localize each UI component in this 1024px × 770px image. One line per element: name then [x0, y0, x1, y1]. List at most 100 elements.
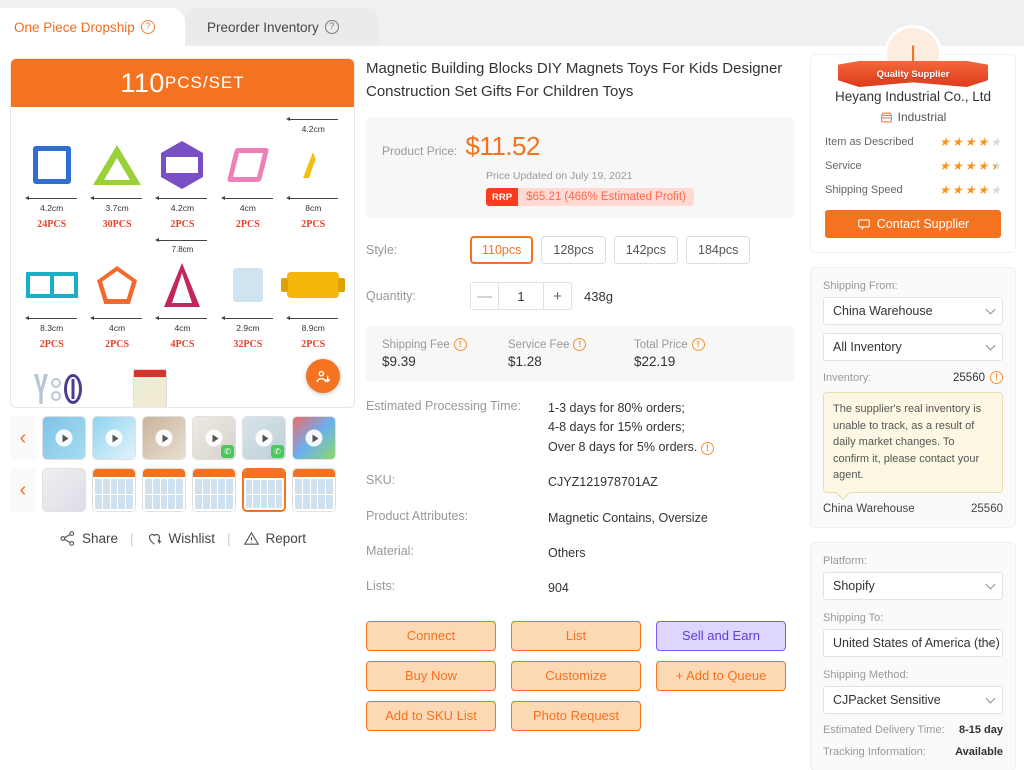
customize-button[interactable]: Customize [511, 660, 641, 691]
shipping-from-select[interactable]: China Warehouse [823, 297, 1003, 325]
double-rectangle-shape-icon [21, 254, 83, 316]
platform-select[interactable]: Shopify [823, 571, 1003, 600]
shipping-from-value: China Warehouse [833, 304, 933, 318]
shape-row-3: 8PCS/SET 1PCS [19, 358, 346, 407]
shape-dimension: 8.9cm [282, 316, 344, 333]
help-icon[interactable]: ? [140, 20, 155, 34]
connect-button[interactable]: Connect [366, 620, 496, 651]
info-icon[interactable]: ! [453, 338, 467, 351]
chevron-left-icon[interactable]: ‹ [10, 416, 36, 460]
style-label: Style: [366, 243, 398, 257]
quantity-input[interactable] [499, 283, 543, 309]
style-option-184pcs[interactable]: 184pcs [686, 236, 751, 264]
quantity-stepper[interactable]: — + [470, 282, 572, 310]
square-plate-shape-icon [217, 254, 279, 316]
image-thumbnail[interactable] [42, 468, 86, 512]
share-button[interactable]: Share [59, 530, 118, 547]
video-thumbnail[interactable] [42, 416, 86, 460]
video-thumbnail[interactable] [292, 416, 336, 460]
star-icon: ★ [990, 183, 1001, 197]
spec-processing-time: Estimated Processing Time: 1-3 days for … [366, 399, 794, 457]
sell-and-earn-button[interactable]: Sell and Earn [656, 620, 786, 651]
quantity-decrease-button[interactable]: — [471, 283, 499, 309]
play-icon [55, 429, 73, 447]
delivery-time-row: Estimated Delivery Time: 8-15 day [823, 724, 1003, 736]
info-icon[interactable]: ! [691, 338, 705, 351]
thumbnail-strip-videos: ‹ ✆ ✆ [10, 416, 355, 460]
tab-one-piece-dropship[interactable]: One Piece Dropship ? [0, 8, 185, 46]
wheel-base-shape-icon [281, 254, 346, 316]
star-icon: ★ [964, 159, 976, 173]
shipping-panel: Shipping From: China Warehouse All Inven… [810, 267, 1016, 528]
image-thumbnail[interactable] [192, 468, 236, 512]
spec-value: Magnetic Contains, Oversize [548, 510, 708, 525]
star-icon: ★ [939, 183, 950, 197]
wishlist-button[interactable]: Wishlist [146, 530, 215, 547]
rating-service: Service ★ ★ ★ ★ ★ [825, 160, 1001, 172]
play-icon [205, 429, 223, 447]
product-weight: 438g [584, 288, 613, 304]
shape-dimension: 2.9cm [217, 316, 279, 333]
report-button[interactable]: Report [243, 530, 307, 547]
star-icon: ★ [939, 159, 950, 173]
shipping-to-value: United States of America (the) [833, 635, 1000, 650]
count-unit: PCS [44, 339, 64, 350]
add-to-queue-button[interactable]: + Add to Queue [656, 660, 786, 691]
inventory-value-group: 25560 ! [953, 371, 1003, 384]
video-thumbnail[interactable]: ✆ [192, 416, 236, 460]
style-option-110pcs[interactable]: 110pcs [470, 236, 534, 264]
shipping-method-select[interactable]: CJPacket Sensitive [823, 685, 1003, 714]
shape-count: 24PCS [21, 215, 83, 232]
service-fee-label: Service Fee [508, 338, 570, 351]
star-icon: ★ [951, 159, 963, 173]
image-thumbnail[interactable] [92, 468, 136, 512]
quantity-label: Quantity: [366, 289, 417, 303]
style-option-142pcs[interactable]: 142pcs [613, 236, 679, 264]
service-fee-block: Service Fee ! $1.28 [508, 338, 634, 369]
shipping-fee-value: $9.39 [382, 354, 416, 369]
add-to-sku-list-button[interactable]: Add to SKU List [366, 700, 496, 731]
add-image-icon[interactable] [306, 359, 340, 393]
fee-label-row: Service Fee ! [508, 338, 634, 351]
delivery-time-value: 8-15 day [958, 723, 1003, 736]
image-thumbnail-selected[interactable] [242, 468, 286, 512]
warehouse-name: China Warehouse [823, 502, 915, 515]
style-option-128pcs[interactable]: 128pcs [541, 236, 606, 264]
shipping-fee-label: Shipping Fee [382, 338, 450, 351]
hexagon-shape-icon [151, 134, 213, 196]
help-icon[interactable]: ? [324, 20, 339, 34]
info-icon[interactable]: ! [573, 338, 587, 351]
star-icon: ★ [977, 159, 989, 173]
list-button[interactable]: List [511, 620, 641, 651]
info-icon[interactable]: ! [990, 371, 1003, 384]
shape-count: 4PCS [151, 335, 213, 352]
quantity-increase-button[interactable]: + [543, 283, 571, 309]
inventory-filter-select[interactable]: All Inventory [823, 333, 1003, 361]
spec-value: 904 [548, 581, 569, 596]
shape-dimension: 4.2cm [151, 196, 213, 213]
spec-value: 1-3 days for 80% orders; 4-8 days for 15… [548, 399, 714, 457]
photo-request-button[interactable]: Photo Request [511, 700, 641, 731]
tab-preorder-inventory[interactable]: Preorder Inventory ? [185, 8, 379, 46]
triangle-shape-icon [86, 134, 148, 196]
shipping-to-select[interactable]: United States of America (the) [823, 628, 1003, 657]
video-thumbnail[interactable]: ✆ [242, 416, 286, 460]
spec-label: Product Attributes: [366, 508, 469, 523]
info-icon[interactable]: ! [700, 441, 714, 455]
report-label: Report [265, 531, 307, 546]
shape-dimension: 4cm [151, 316, 213, 333]
chevron-left-icon[interactable]: ‹ [10, 468, 36, 512]
star-rating: ★ ★ ★ ★ ★ [939, 136, 1001, 148]
quantity-row: Quantity: — + 438g [366, 282, 794, 310]
video-thumbnail[interactable] [142, 416, 186, 460]
image-thumbnail[interactable] [292, 468, 336, 512]
sidebar-column: I Quality Supplier Heyang Industrial Co.… [810, 22, 1016, 770]
buy-now-button[interactable]: Buy Now [366, 660, 496, 691]
main-product-image[interactable]: 110 PCS/SET 4.2cm 24PCS 3.7cm 30PCS 4.2c… [10, 58, 355, 408]
star-rating: ★ ★ ★ ★ ★ [939, 160, 1001, 172]
fee-label-row: Total Price ! [634, 338, 760, 351]
shipping-fee-block: Shipping Fee ! $9.39 [382, 338, 508, 369]
video-thumbnail[interactable] [92, 416, 136, 460]
contact-supplier-button[interactable]: Contact Supplier [825, 210, 1001, 238]
image-thumbnail[interactable] [142, 468, 186, 512]
